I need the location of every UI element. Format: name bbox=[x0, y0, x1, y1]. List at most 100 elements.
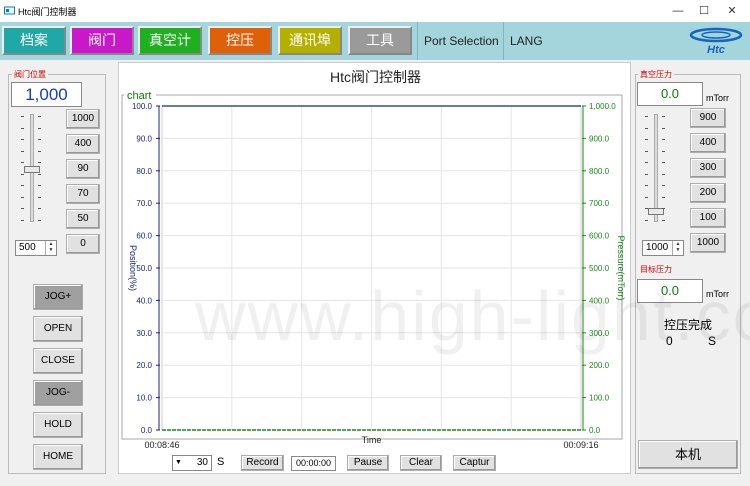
valve-jogminus-button[interactable]: JOG- bbox=[33, 380, 83, 406]
slider-tick bbox=[662, 219, 665, 221]
valve-jogplus-button[interactable]: JOG+ bbox=[33, 284, 83, 310]
valve-step-value: 500 bbox=[19, 242, 36, 253]
valve-preset-button-400[interactable]: 400 bbox=[66, 134, 100, 154]
valve-open-button[interactable]: OPEN bbox=[33, 316, 83, 342]
left-tick-label: 30.0 bbox=[136, 329, 152, 338]
valve-hold-button[interactable]: HOLD bbox=[33, 412, 83, 438]
close-button[interactable]: ✕ bbox=[722, 3, 742, 19]
slider-tick bbox=[38, 127, 41, 129]
slider-tick bbox=[662, 116, 665, 117]
minimize-button[interactable]: — bbox=[668, 3, 688, 19]
pressure-step-spinbox[interactable]: 1000 ▲ ▼ bbox=[642, 240, 684, 256]
right-tick-label: 600.0 bbox=[589, 232, 610, 241]
left-tick-label: 100.0 bbox=[132, 102, 153, 111]
x-axis-label: Time bbox=[362, 435, 382, 445]
slider-tick bbox=[21, 173, 24, 175]
slider-tick bbox=[662, 127, 665, 129]
spin-arrows-icon[interactable]: ▲ ▼ bbox=[45, 241, 56, 255]
left-tick-label: 20.0 bbox=[136, 361, 152, 370]
valve-preset-button-90[interactable]: 90 bbox=[66, 159, 100, 179]
app-icon bbox=[4, 6, 15, 15]
record-button[interactable]: Record bbox=[241, 455, 284, 471]
tab-tools[interactable]: 工具 bbox=[348, 26, 412, 55]
app-window: Htc阀门控制器 — ☐ ✕ 档案 阀门 真空计 控压 通讯埠 工具 Port … bbox=[0, 0, 750, 486]
pressure-preset-button-100[interactable]: 100 bbox=[690, 208, 726, 228]
slider-tick bbox=[662, 139, 665, 140]
left-tick-label: 10.0 bbox=[136, 394, 152, 403]
pressure-preset-button-300[interactable]: 300 bbox=[690, 158, 726, 178]
slider-tick bbox=[21, 150, 24, 152]
pressure-preset-button-400[interactable]: 400 bbox=[690, 133, 726, 153]
capture-button[interactable]: Captur bbox=[453, 455, 496, 471]
valve-preset-button-0[interactable]: 0 bbox=[66, 234, 100, 254]
pressure-slider[interactable] bbox=[654, 114, 658, 222]
port-selection-menu[interactable]: Port Selection bbox=[417, 22, 501, 60]
slider-tick bbox=[21, 219, 24, 221]
slider-tick bbox=[21, 208, 24, 209]
slider-tick bbox=[645, 162, 648, 163]
tab-pressure-control[interactable]: 控压 bbox=[208, 26, 272, 55]
slider-tick bbox=[38, 196, 41, 198]
slider-tick bbox=[21, 162, 24, 163]
slider-tick bbox=[645, 150, 648, 152]
valve-home-button[interactable]: HOME bbox=[33, 444, 83, 470]
left-tick-label: 90.0 bbox=[136, 134, 152, 143]
valve-position-display: 1,000 bbox=[11, 82, 82, 107]
pressure-preset-button-200[interactable]: 200 bbox=[690, 183, 726, 203]
vacuum-pressure-display: 0.0 bbox=[637, 82, 703, 106]
slider-tick bbox=[645, 196, 648, 198]
valve-slider-thumb[interactable] bbox=[24, 166, 40, 173]
slider-tick bbox=[38, 208, 41, 209]
slider-tick bbox=[645, 127, 648, 129]
maximize-button[interactable]: ☐ bbox=[694, 3, 714, 19]
left-axis-label: Position(%) bbox=[128, 245, 138, 291]
slider-tick bbox=[645, 185, 648, 186]
main-toolbar: 档案 阀门 真空计 控压 通讯埠 工具 Port Selection LANG bbox=[0, 22, 750, 60]
left-tick-label: 70.0 bbox=[136, 199, 152, 208]
left-tick-label: 80.0 bbox=[136, 167, 152, 176]
slider-tick bbox=[662, 162, 665, 163]
htc-logo: Htc bbox=[689, 27, 743, 56]
slider-tick bbox=[21, 116, 24, 117]
slider-tick bbox=[645, 139, 648, 140]
left-tick-label: 0.0 bbox=[141, 426, 153, 435]
left-tick-label: 40.0 bbox=[136, 296, 152, 305]
slider-tick bbox=[662, 208, 665, 209]
vacuum-pressure-label: 真空压力 bbox=[638, 69, 674, 80]
pressure-preset-button-900[interactable]: 900 bbox=[690, 108, 726, 128]
lang-menu[interactable]: LANG bbox=[503, 22, 549, 60]
slider-tick bbox=[645, 208, 648, 209]
pause-button[interactable]: Pause bbox=[347, 455, 389, 471]
tab-valve[interactable]: 阀门 bbox=[70, 26, 134, 55]
slider-tick bbox=[38, 162, 41, 163]
local-mode-button[interactable]: 本机 bbox=[638, 440, 738, 469]
spin-arrows-icon[interactable]: ▲ ▼ bbox=[672, 241, 683, 255]
slider-tick bbox=[38, 116, 41, 117]
slider-tick bbox=[645, 116, 648, 117]
tab-vacuum-gauge[interactable]: 真空计 bbox=[138, 26, 202, 55]
interval-dropdown[interactable]: ▼ 30 bbox=[172, 455, 212, 471]
tab-file[interactable]: 档案 bbox=[2, 26, 66, 55]
slider-tick bbox=[38, 173, 41, 175]
valve-preset-button-1000[interactable]: 1000 bbox=[66, 109, 100, 129]
chart-label: chart bbox=[127, 90, 151, 102]
interval-unit: S bbox=[217, 456, 225, 468]
valve-preset-button-50[interactable]: 50 bbox=[66, 209, 100, 229]
pressure-preset-button-1000[interactable]: 1000 bbox=[690, 233, 726, 253]
right-tick-label: 0.0 bbox=[589, 426, 601, 435]
x-tick-label: 00:09:16 bbox=[563, 440, 598, 450]
x-tick-label: 00:08:46 bbox=[144, 440, 179, 450]
window-title: Htc阀门控制器 bbox=[18, 7, 77, 17]
valve-step-spinbox[interactable]: 500 ▲ ▼ bbox=[15, 240, 57, 256]
slider-tick bbox=[38, 139, 41, 140]
tab-comm-port[interactable]: 通讯埠 bbox=[278, 26, 342, 55]
valve-position-label: 阀门位置 bbox=[12, 69, 48, 80]
slider-tick bbox=[38, 150, 41, 152]
valve-preset-button-70[interactable]: 70 bbox=[66, 184, 100, 204]
right-tick-label: 200.0 bbox=[589, 361, 610, 370]
clear-button[interactable]: Clear bbox=[400, 455, 442, 471]
slider-tick bbox=[645, 173, 648, 175]
title-bar: Htc阀门控制器 — ☐ ✕ bbox=[0, 0, 750, 22]
pressure-step-value: 1000 bbox=[646, 242, 669, 253]
valve-close-button[interactable]: CLOSE bbox=[33, 348, 83, 374]
